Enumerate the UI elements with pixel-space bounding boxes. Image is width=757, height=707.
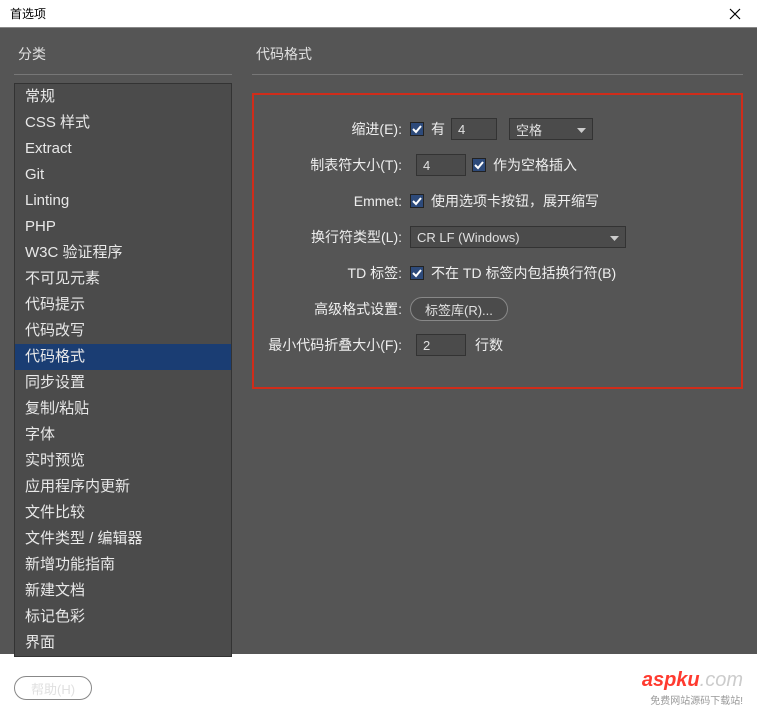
sidebar-header: 分类 — [14, 38, 232, 75]
sidebar-item[interactable]: 界面 — [15, 630, 231, 656]
settings-panel: 代码格式 缩进(E): 有 空格 制表符大小(T): 作为空格插 — [232, 38, 743, 657]
indent-value-input[interactable] — [451, 118, 497, 140]
tabsize-as-spaces-text: 作为空格插入 — [493, 155, 577, 175]
chevron-down-icon — [600, 230, 619, 245]
indent-unit-value: 空格 — [516, 120, 542, 139]
sidebar-item[interactable]: 代码改写 — [15, 318, 231, 344]
indent-has-text: 有 — [431, 119, 445, 139]
sidebar-item[interactable]: 代码提示 — [15, 292, 231, 318]
minfold-input[interactable] — [416, 334, 466, 356]
sidebar-item[interactable]: 实时预览 — [15, 448, 231, 474]
sidebar-item[interactable]: 字体 — [15, 422, 231, 448]
sidebar-item[interactable]: 文件比较 — [15, 500, 231, 526]
watermark: aspku.com 免费网站源码下载站! — [642, 669, 743, 707]
chevron-down-icon — [567, 122, 586, 137]
sidebar-item[interactable]: 新建文档 — [15, 578, 231, 604]
dialog-footer: 帮助(H) aspku.com 免费网站源码下载站! — [14, 665, 743, 707]
panel-header: 代码格式 — [252, 38, 743, 75]
watermark-tagline: 免费网站源码下载站! — [642, 692, 743, 707]
linebreak-value: CR LF (Windows) — [417, 230, 520, 245]
indent-unit-select[interactable]: 空格 — [509, 118, 593, 140]
sidebar-item[interactable]: 应用程序内更新 — [15, 474, 231, 500]
sidebar-item[interactable]: 复制/粘贴 — [15, 396, 231, 422]
settings-box: 缩进(E): 有 空格 制表符大小(T): 作为空格插入 Em — [252, 93, 743, 389]
sidebar-item[interactable]: 不可见元素 — [15, 266, 231, 292]
row-indent: 缩进(E): 有 空格 — [264, 117, 725, 141]
sidebar-item[interactable]: PHP — [15, 214, 231, 240]
tdtag-label: TD 标签: — [264, 263, 410, 283]
row-minfold: 最小代码折叠大小(F): 行数 — [264, 333, 725, 357]
row-tabsize: 制表符大小(T): 作为空格插入 — [264, 153, 725, 177]
title-bar: 首选项 — [0, 0, 757, 28]
minfold-suffix: 行数 — [475, 335, 503, 355]
help-button[interactable]: 帮助(H) — [14, 676, 92, 700]
sidebar-item[interactable]: Git — [15, 162, 231, 188]
tabsize-input[interactable] — [416, 154, 466, 176]
row-emmet: Emmet: 使用选项卡按钮，展开缩写 — [264, 189, 725, 213]
category-sidebar: 分类 常规CSS 样式ExtractGitLintingPHPW3C 验证程序不… — [14, 38, 232, 657]
sidebar-item[interactable]: Linting — [15, 188, 231, 214]
tabsize-as-spaces-checkbox[interactable] — [472, 158, 486, 172]
close-button[interactable] — [719, 2, 751, 26]
sidebar-item[interactable]: 标记色彩 — [15, 604, 231, 630]
sidebar-item[interactable]: W3C 验证程序 — [15, 240, 231, 266]
sidebar-item[interactable]: 常规 — [15, 84, 231, 110]
tabsize-label: 制表符大小(T): — [264, 155, 410, 175]
watermark-brand-a: aspku — [642, 669, 700, 691]
sidebar-item[interactable]: 同步设置 — [15, 370, 231, 396]
sidebar-item[interactable]: Extract — [15, 136, 231, 162]
row-tdtag: TD 标签: 不在 TD 标签内包括换行符(B) — [264, 261, 725, 285]
advanced-label: 高级格式设置: — [264, 299, 410, 319]
sidebar-item[interactable]: 新增功能指南 — [15, 552, 231, 578]
tdtag-text: 不在 TD 标签内包括换行符(B) — [431, 263, 616, 283]
emmet-checkbox[interactable] — [410, 194, 424, 208]
linebreak-label: 换行符类型(L): — [264, 227, 410, 247]
emmet-text: 使用选项卡按钮，展开缩写 — [431, 191, 599, 211]
tag-library-button[interactable]: 标签库(R)... — [410, 297, 508, 321]
sidebar-item[interactable]: 文件类型 / 编辑器 — [15, 526, 231, 552]
indent-label: 缩进(E): — [264, 119, 410, 139]
sidebar-item[interactable]: 代码格式 — [15, 344, 231, 370]
row-linebreak: 换行符类型(L): CR LF (Windows) — [264, 225, 725, 249]
indent-checkbox[interactable] — [410, 122, 424, 136]
window-title: 首选项 — [10, 5, 719, 22]
emmet-label: Emmet: — [264, 193, 410, 209]
category-list[interactable]: 常规CSS 样式ExtractGitLintingPHPW3C 验证程序不可见元… — [14, 83, 232, 657]
minfold-label: 最小代码折叠大小(F): — [264, 335, 410, 355]
linebreak-select[interactable]: CR LF (Windows) — [410, 226, 626, 248]
sidebar-item[interactable]: CSS 样式 — [15, 110, 231, 136]
row-advanced: 高级格式设置: 标签库(R)... — [264, 297, 725, 321]
tdtag-checkbox[interactable] — [410, 266, 424, 280]
watermark-brand-b: .com — [700, 669, 743, 691]
dialog-body: 分类 常规CSS 样式ExtractGitLintingPHPW3C 验证程序不… — [0, 28, 757, 654]
